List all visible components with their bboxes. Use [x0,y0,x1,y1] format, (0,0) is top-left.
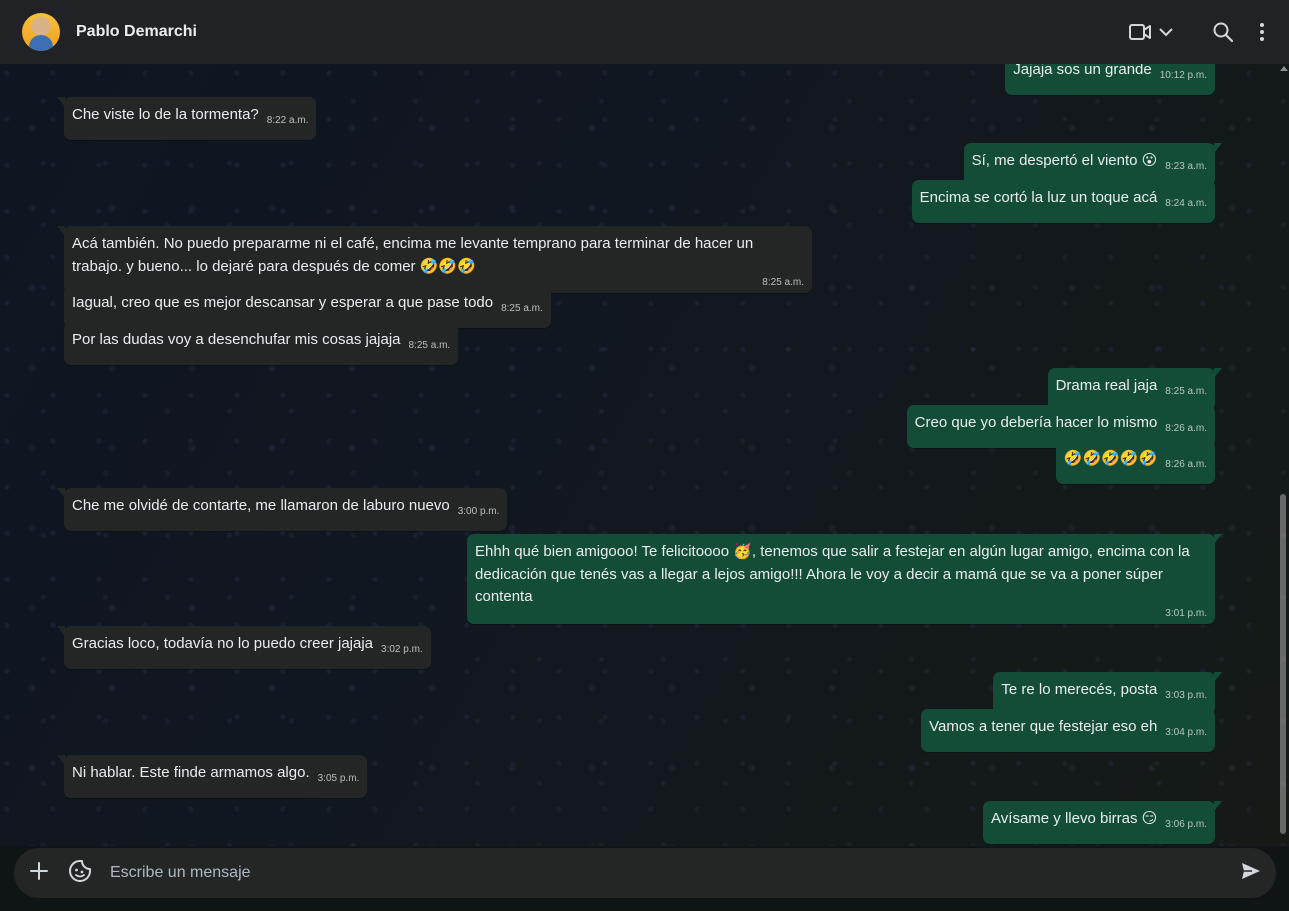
chat-header: Pablo Demarchi [0,0,1289,64]
send-icon [1240,861,1262,886]
message-text: Ni hablar. Este finde armamos algo. [72,764,310,781]
message-bubble-in[interactable]: Gracias loco, todavía no lo puedo creer … [57,626,431,669]
message-bubble-out[interactable]: Jajaja sos un grande 10:12 p.m. [1005,64,1215,95]
message-time: 3:00 p.m. [457,506,500,517]
message-bubble-in[interactable]: Che viste lo de la tormenta? 8:22 a.m. [56,97,317,140]
message-text: Drama real jaja [1055,377,1158,394]
message-bubble-out[interactable]: Avísame y llevo birras 😏 3:06 p.m. [983,801,1222,844]
message-input[interactable] [108,863,1240,883]
message-text: Encima se cortó la luz un toque acá [919,189,1158,206]
message-text: Creo que yo debería hacer lo mismo [914,414,1158,431]
video-call-button[interactable] [1129,23,1173,41]
message-text: Che me olvidé de contarte, me llamaron d… [72,497,450,514]
chat-messages: Jajaja sos un grande 10:12 p.m. Che viste… [0,64,1289,846]
message-time: 3:03 p.m. [1165,690,1207,701]
video-call-icon [1129,23,1151,41]
composer-bar [14,848,1276,898]
message-time: 8:26 a.m. [1165,423,1207,434]
message-time: 3:04 p.m. [1165,727,1207,738]
message-bubble-out[interactable]: Ehhh qué bien amigooo! Te felicitoooo 🥳,… [467,534,1222,624]
message-time: 3:06 p.m. [1165,819,1207,830]
attach-button[interactable] [28,860,50,887]
message-text: Iagual, creo que es mejor descansar y es… [72,294,494,311]
send-button[interactable] [1240,861,1262,886]
message-text: Te re lo merecés, posta [1001,681,1158,698]
search-button[interactable] [1213,22,1233,42]
sticker-icon [68,859,92,888]
header-actions [1129,0,1265,64]
message-text: Vamos a tener que festejar eso eh [929,718,1158,735]
message-time: 8:24 a.m. [1165,198,1207,209]
message-time: 3:01 p.m. [1165,607,1207,619]
message-bubble-in[interactable]: Che me olvidé de contarte, me llamaron d… [56,488,508,531]
message-time: 8:26 a.m. [1165,459,1207,470]
message-time: 8:25 a.m. [408,340,451,351]
search-icon [1213,22,1233,42]
composer [0,846,1289,911]
contact-name[interactable]: Pablo Demarchi [76,23,197,41]
message-bubble-out[interactable]: Encima se cortó la luz un toque acá 8:24 … [911,180,1215,223]
message-bubble-out[interactable]: 🤣🤣🤣🤣🤣 8:26 a.m. [1055,441,1215,484]
message-time: 8:25 a.m. [1165,386,1207,397]
message-text: Acá también. No puedo prepararme ni el c… [72,235,758,275]
scrollbar[interactable] [1280,494,1286,834]
avatar[interactable] [22,13,60,51]
message-time: 8:23 a.m. [1165,161,1207,172]
menu-button[interactable] [1259,22,1265,42]
message-bubble-in[interactable]: Ni hablar. Este finde armamos algo. 3:05 … [56,755,368,798]
sticker-button[interactable] [68,859,92,888]
message-time: 3:05 p.m. [317,773,360,784]
message-text: Por las dudas voy a desenchufar mis cosa… [72,331,401,348]
message-time: 3:02 p.m. [381,644,423,655]
message-text: Gracias loco, todavía no lo puedo creer … [72,635,374,652]
message-bubble-out[interactable]: Vamos a tener que festejar eso eh 3:04 p.… [921,709,1215,752]
message-time: 8:22 a.m. [266,115,309,126]
message-text: Ehhh qué bien amigooo! Te felicitoooo 🥳,… [475,543,1194,605]
message-time: 8:25 a.m. [501,303,543,314]
message-text: Che viste lo de la tormenta? [72,106,259,123]
message-text: Sí, me despertó el viento 😮 [971,152,1158,169]
message-text: Jajaja sos un grande [1013,64,1152,78]
plus-icon [28,860,50,887]
message-text: 🤣🤣🤣🤣🤣 [1063,450,1158,467]
chevron-down-icon [1159,27,1173,37]
message-time: 10:12 p.m. [1159,70,1207,81]
scroll-up-arrow-icon[interactable] [1280,66,1288,71]
kebab-menu-icon [1259,22,1265,42]
message-bubble-in[interactable]: Por las dudas voy a desenchufar mis cosa… [64,322,459,365]
message-bubble-in[interactable]: Acá también. No puedo prepararme ni el c… [57,226,812,293]
message-text: Avísame y llevo birras 😏 [991,810,1158,827]
